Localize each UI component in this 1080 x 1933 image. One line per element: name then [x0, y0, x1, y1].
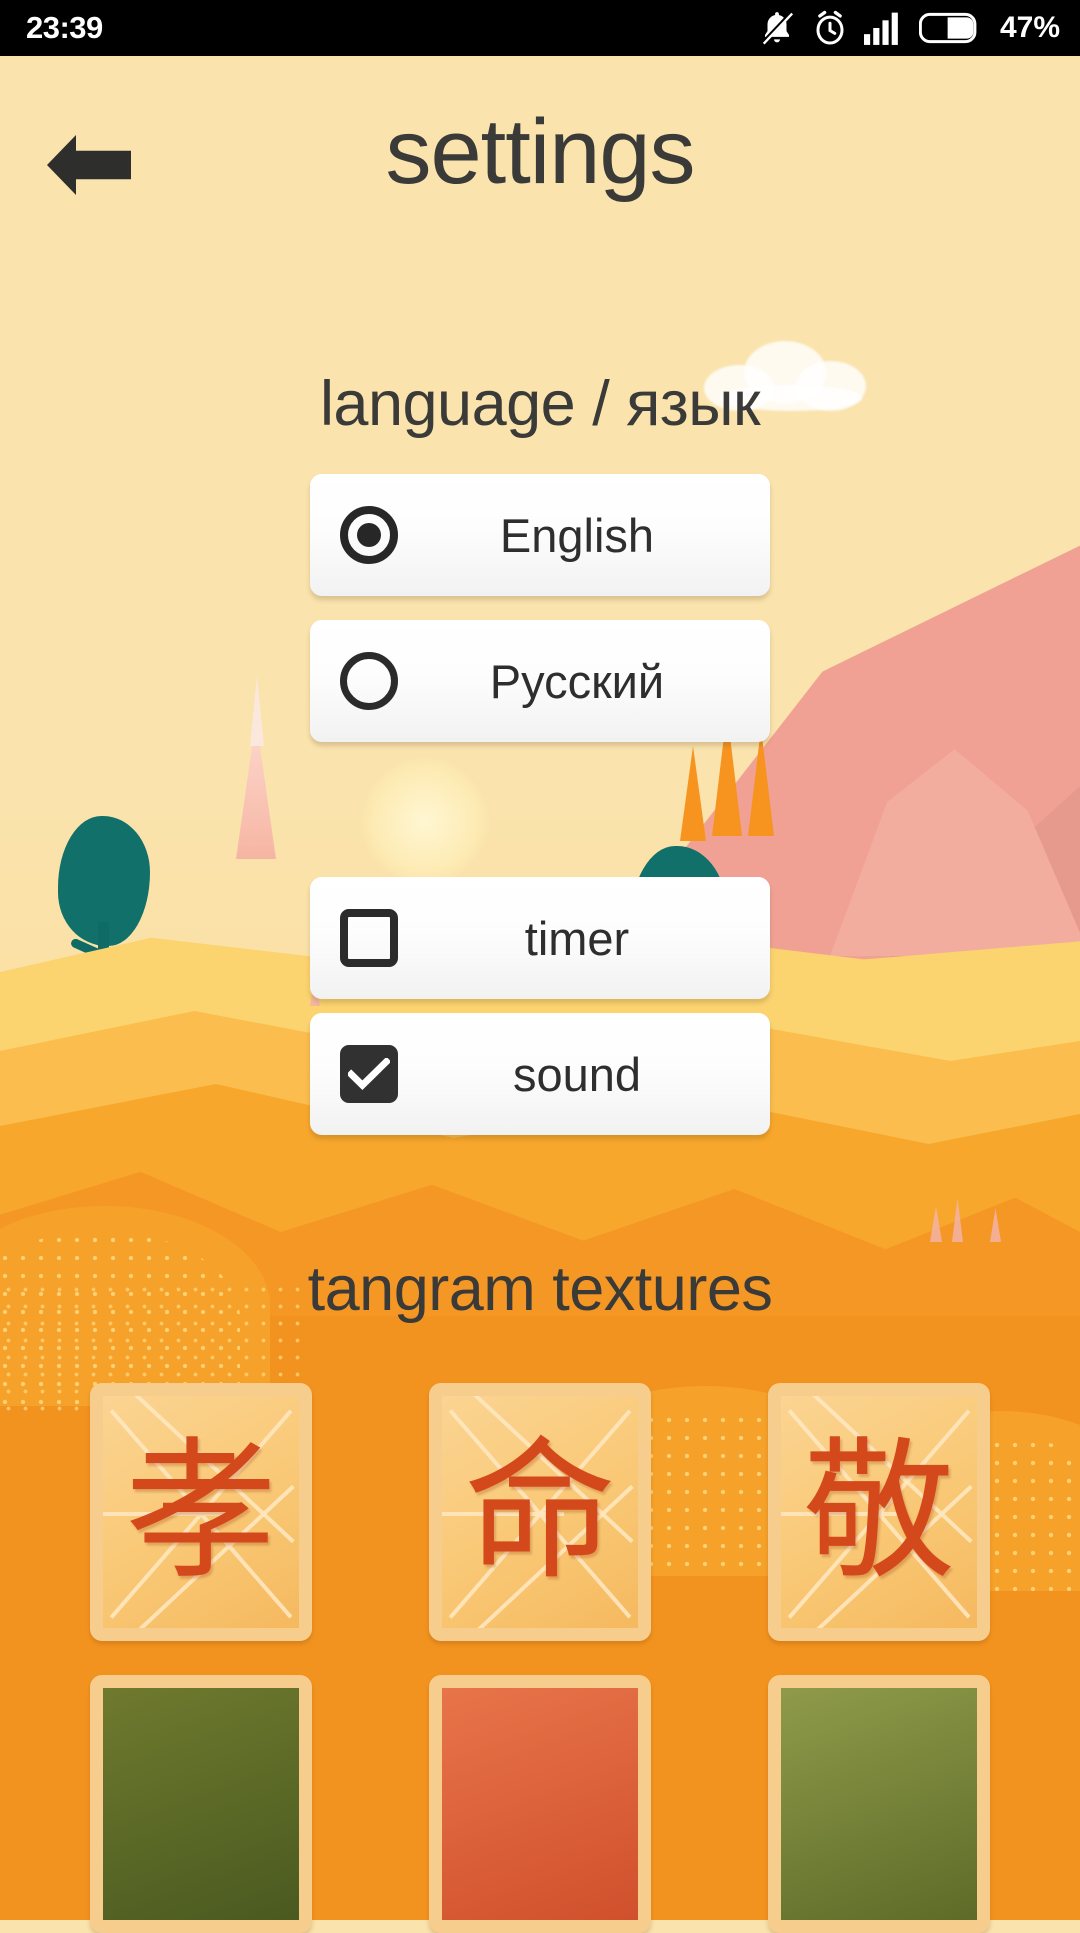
- radio-dot: [357, 523, 381, 547]
- bell-muted-icon: [761, 11, 794, 45]
- texture-tile-row2[interactable]: [768, 1675, 990, 1933]
- battery-percent-label: 47%: [999, 11, 1060, 44]
- status-bar-icons: 47%: [758, 8, 1060, 48]
- checkbox-timer[interactable]: [310, 909, 428, 967]
- texture-tile-row2[interactable]: [90, 1675, 312, 1933]
- checkbox-sound[interactable]: [310, 1045, 428, 1103]
- texture-tile-xiao[interactable]: 孝: [90, 1383, 312, 1641]
- toggle-label: sound: [512, 1047, 642, 1101]
- language-options-group: English Русский: [0, 474, 1080, 742]
- page-title: settings: [385, 101, 695, 203]
- checkbox-unchecked-icon: [340, 909, 398, 967]
- tangram-frame: 敬: [781, 1396, 977, 1628]
- alarm-clock-icon: [816, 10, 844, 45]
- textures-section: tangram textures 孝 命 敬: [0, 1253, 1080, 1933]
- status-clock: 23:39: [26, 10, 103, 45]
- signal-bars-icon: [863, 12, 898, 45]
- radio-unselected-icon: [340, 652, 398, 710]
- texture-tile-row2[interactable]: [429, 1675, 651, 1933]
- settings-screen: settings language / язык English Русский…: [0, 56, 1080, 1933]
- battery-icon: [918, 12, 977, 44]
- language-section-header: language / язык: [319, 369, 761, 439]
- back-button[interactable]: [44, 130, 134, 200]
- toggle-timer[interactable]: timer: [310, 877, 770, 999]
- language-option-label: Русский: [489, 654, 665, 708]
- checkbox-checked-icon: [340, 1045, 398, 1103]
- textures-section-header: tangram textures: [307, 1254, 773, 1324]
- toggle-sound[interactable]: sound: [310, 1013, 770, 1135]
- texture-glyph: 敬: [803, 1423, 955, 1600]
- texture-glyph: 孝: [125, 1423, 277, 1600]
- status-bar: 23:39 47%: [0, 0, 1080, 56]
- radio-english[interactable]: [310, 506, 428, 564]
- back-arrow-icon: [47, 135, 131, 195]
- tangram-frame: 孝: [103, 1396, 299, 1628]
- radio-selected-icon: [340, 506, 398, 564]
- language-option-english[interactable]: English: [310, 474, 770, 596]
- tangram-frame: [781, 1688, 977, 1920]
- app-header: settings: [0, 56, 1080, 226]
- language-option-russian[interactable]: Русский: [310, 620, 770, 742]
- texture-tile-ming[interactable]: 命: [429, 1383, 651, 1641]
- toggles-group: timer sound: [0, 877, 1080, 1135]
- checkmark-icon: [348, 1058, 390, 1090]
- tangram-frame: [442, 1688, 638, 1920]
- language-option-label: English: [499, 508, 655, 562]
- texture-tile-jing[interactable]: 敬: [768, 1383, 990, 1641]
- radio-russian[interactable]: [310, 652, 428, 710]
- toggle-label: timer: [524, 911, 630, 965]
- texture-grid: 孝 命 敬: [90, 1383, 990, 1933]
- texture-glyph: 命: [464, 1423, 616, 1600]
- tangram-frame: [103, 1688, 299, 1920]
- tangram-frame: 命: [442, 1396, 638, 1628]
